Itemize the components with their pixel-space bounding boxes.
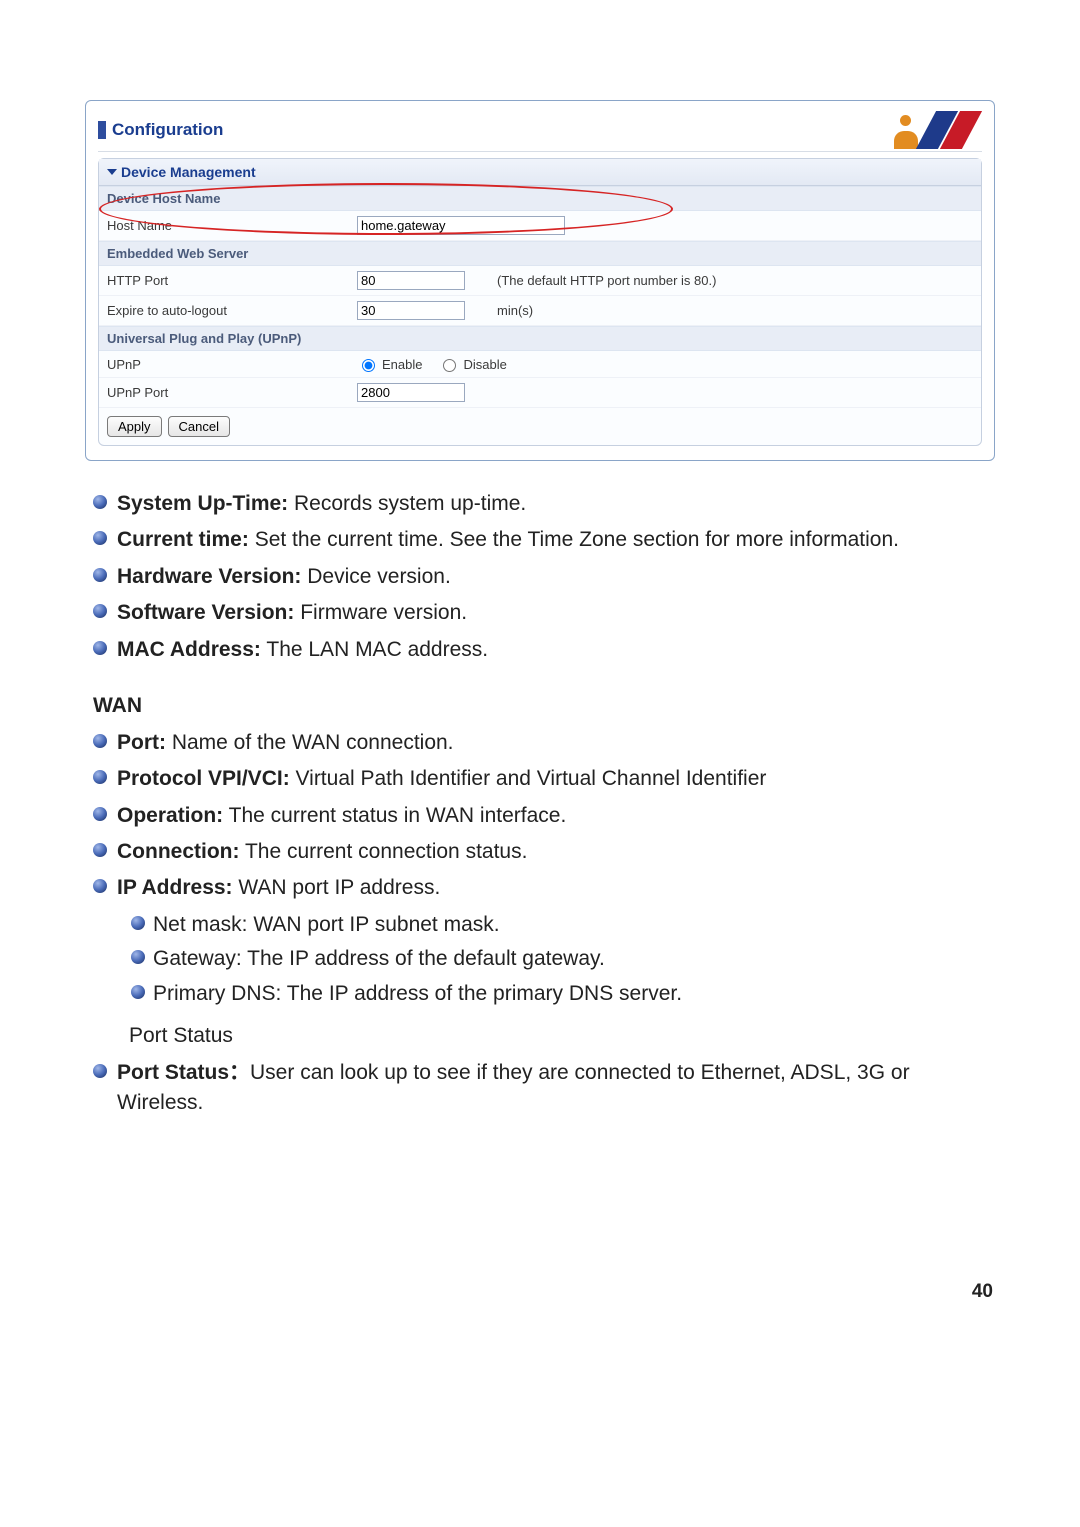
section-title: Device Management xyxy=(121,164,256,180)
bullet-icon xyxy=(93,843,107,857)
desc: Records system up-time. xyxy=(288,492,526,515)
term: Software Version: xyxy=(117,601,294,624)
desc: Firmware version. xyxy=(294,601,467,624)
bullet-icon xyxy=(93,770,107,784)
list-item: Gateway: The IP address of the default g… xyxy=(131,944,995,974)
upnp-port-input[interactable] xyxy=(357,383,465,402)
expire-unit: min(s) xyxy=(497,303,973,318)
config-panel: Configuration Device Management Device H… xyxy=(85,100,995,461)
desc: Set the current time. See the Time Zone … xyxy=(249,528,899,551)
list-item: System Up-Time: Records system up-time. xyxy=(93,489,995,519)
desc: Virtual Path Identifier and Virtual Chan… xyxy=(290,767,767,790)
upnp-label: UPnP xyxy=(107,357,357,372)
subheader-hostname: Device Host Name xyxy=(99,186,981,211)
list-item: Connection: The current connection statu… xyxy=(93,837,995,867)
list-item: Net mask: WAN port IP subnet mask. xyxy=(131,910,995,940)
bullet-icon xyxy=(131,950,145,964)
http-port-label: HTTP Port xyxy=(107,273,357,288)
term: Current time: xyxy=(117,528,249,551)
expire-label: Expire to auto-logout xyxy=(107,303,357,318)
subheader-webserver: Embedded Web Server xyxy=(99,241,981,266)
desc: Name of the WAN connection. xyxy=(166,731,454,754)
body-text: System Up-Time: Records system up-time. C… xyxy=(85,489,995,1306)
row-http-port: HTTP Port (The default HTTP port number … xyxy=(99,266,981,296)
list-item: Primary DNS: The IP address of the prima… xyxy=(131,979,995,1009)
desc: WAN port IP address. xyxy=(233,876,441,899)
list-item: Port: Name of the WAN connection. xyxy=(93,728,995,758)
list-item: Port Status：User can look up to see if t… xyxy=(93,1058,995,1119)
port-status-line: Port Status xyxy=(129,1021,995,1051)
expire-input[interactable] xyxy=(357,301,465,320)
apply-button[interactable]: Apply xyxy=(107,416,162,437)
panel-title: Configuration xyxy=(112,120,223,140)
row-host-name: Host Name xyxy=(99,211,981,241)
desc: The LAN MAC address. xyxy=(261,638,488,661)
sub-item-text: Gateway: The IP address of the default g… xyxy=(153,947,605,970)
desc: The current status in WAN interface. xyxy=(223,804,566,827)
upnp-enable-label: Enable xyxy=(382,357,422,372)
list-item: MAC Address: The LAN MAC address. xyxy=(93,635,995,665)
upnp-enable-radio[interactable] xyxy=(362,359,375,372)
term: Port: xyxy=(117,731,166,754)
bullet-icon xyxy=(93,1064,107,1078)
row-expire: Expire to auto-logout min(s) xyxy=(99,296,981,326)
hostname-label: Host Name xyxy=(107,218,357,233)
row-upnp-port: UPnP Port xyxy=(99,378,981,408)
wan-heading: WAN xyxy=(93,691,995,721)
bullet-icon xyxy=(93,879,107,893)
page-number: 40 xyxy=(85,1278,995,1306)
subheader-upnp: Universal Plug and Play (UPnP) xyxy=(99,326,981,351)
bullet-icon xyxy=(131,916,145,930)
title-marker-icon xyxy=(98,121,106,139)
bullet-icon xyxy=(93,807,107,821)
term: Protocol VPI/VCI: xyxy=(117,767,290,790)
list-item: Software Version: Firmware version. xyxy=(93,598,995,628)
sub-list: Net mask: WAN port IP subnet mask. Gatewa… xyxy=(85,910,995,1009)
bullet-icon xyxy=(93,734,107,748)
sub-item-text: Net mask: WAN port IP subnet mask. xyxy=(153,913,500,936)
definition-list-1: System Up-Time: Records system up-time. C… xyxy=(85,489,995,665)
term: Operation: xyxy=(117,804,223,827)
term: Connection: xyxy=(117,840,239,863)
desc: The current connection status. xyxy=(239,840,527,863)
term: IP Address: xyxy=(117,876,233,899)
panel-title-row: Configuration xyxy=(98,111,982,152)
upnp-disable-label: Disable xyxy=(463,357,506,372)
port-status-list: Port Status：User can look up to see if t… xyxy=(85,1058,995,1119)
list-item: Current time: Set the current time. See … xyxy=(93,525,995,555)
sub-item-text: Primary DNS: The IP address of the prima… xyxy=(153,982,682,1005)
term: System Up-Time: xyxy=(117,492,288,515)
list-item: IP Address: WAN port IP address. xyxy=(93,873,995,903)
http-port-input[interactable] xyxy=(357,271,465,290)
list-item: Protocol VPI/VCI: Virtual Path Identifie… xyxy=(93,764,995,794)
definition-list-2: Port: Name of the WAN connection. Protoco… xyxy=(85,728,995,904)
upnp-disable-radio[interactable] xyxy=(443,359,456,372)
desc: Device version. xyxy=(301,565,450,588)
list-item: Hardware Version: Device version. xyxy=(93,562,995,592)
upnp-port-label: UPnP Port xyxy=(107,385,357,400)
bullet-icon xyxy=(93,604,107,618)
http-port-hint: (The default HTTP port number is 80.) xyxy=(497,273,973,288)
port-status-term: Port Status： xyxy=(117,1061,250,1084)
upnp-enable-option[interactable]: Enable xyxy=(357,356,422,372)
bullet-icon xyxy=(93,568,107,582)
bullet-icon xyxy=(131,985,145,999)
section-header[interactable]: Device Management xyxy=(99,159,981,186)
term: Hardware Version: xyxy=(117,565,301,588)
list-item: Operation: The current status in WAN int… xyxy=(93,801,995,831)
brand-logo-icon xyxy=(894,111,982,149)
row-upnp: UPnP Enable Disable xyxy=(99,351,981,378)
button-row: Apply Cancel xyxy=(99,408,981,445)
bullet-icon xyxy=(93,531,107,545)
cancel-button[interactable]: Cancel xyxy=(168,416,230,437)
form-body: Device Management Device Host Name Host … xyxy=(98,158,982,446)
caret-down-icon xyxy=(107,169,117,175)
bullet-icon xyxy=(93,495,107,509)
hostname-input[interactable] xyxy=(357,216,565,235)
term: MAC Address: xyxy=(117,638,261,661)
upnp-disable-option[interactable]: Disable xyxy=(438,356,506,372)
bullet-icon xyxy=(93,641,107,655)
